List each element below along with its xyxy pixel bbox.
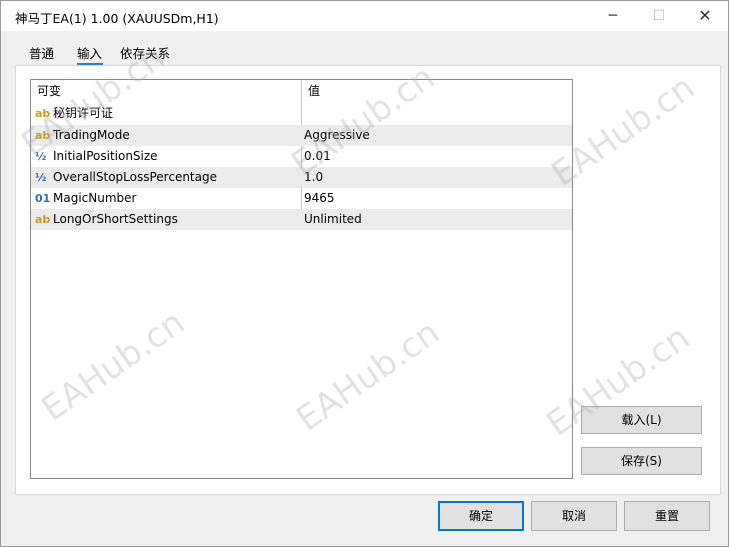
input-row[interactable]: ab LongOrShortSettings Unlimited: [31, 209, 572, 230]
input-row[interactable]: ab 秘钥许可证: [31, 103, 572, 124]
integer-type-icon: 01: [35, 192, 51, 205]
input-value[interactable]: 0.01: [304, 146, 331, 167]
double-type-icon: ½: [35, 150, 47, 163]
ok-button[interactable]: 确定: [438, 501, 524, 531]
input-name: TradingMode: [53, 128, 130, 142]
input-name: MagicNumber: [53, 191, 137, 205]
input-value[interactable]: Unlimited: [304, 209, 362, 230]
close-button[interactable]: ✕: [682, 1, 728, 31]
save-button[interactable]: 保存(S): [581, 447, 702, 475]
load-button[interactable]: 载入(L): [581, 406, 702, 434]
string-type-icon: ab: [35, 129, 51, 142]
tab-inputs[interactable]: 输入: [77, 43, 102, 62]
column-header-value[interactable]: 值: [308, 80, 320, 102]
tab-dependencies[interactable]: 依存关系: [120, 43, 170, 62]
input-value[interactable]: Aggressive: [304, 125, 370, 146]
input-row[interactable]: ½ InitialPositionSize 0.01: [31, 146, 572, 167]
input-row[interactable]: 01 MagicNumber 9465: [31, 188, 572, 209]
input-row[interactable]: ½ OverallStopLossPercentage 1.0: [31, 167, 572, 188]
input-name: 秘钥许可证: [53, 106, 114, 120]
cancel-button[interactable]: 取消: [531, 501, 617, 531]
string-type-icon: ab: [35, 107, 51, 120]
inputs-panel: 可变 值 ab 秘钥许可证 ab TradingMode Aggressive …: [15, 65, 721, 495]
reset-button[interactable]: 重置: [624, 501, 710, 531]
minimize-button[interactable]: ─: [590, 1, 636, 31]
inputs-grid: 可变 值 ab 秘钥许可证 ab TradingMode Aggressive …: [30, 79, 573, 479]
input-value[interactable]: 1.0: [304, 167, 323, 188]
input-value[interactable]: 9465: [304, 188, 335, 209]
maximize-button: ☐: [652, 8, 666, 24]
window-title: 神马丁EA(1) 1.00 (XAUUSDm,H1): [15, 11, 219, 26]
input-name: OverallStopLossPercentage: [53, 170, 217, 184]
ea-properties-dialog: 神马丁EA(1) 1.00 (XAUUSDm,H1) ─ ☐ ✕ 普通 输入 依…: [0, 0, 729, 547]
input-row[interactable]: ab TradingMode Aggressive: [31, 125, 572, 146]
tab-common[interactable]: 普通: [29, 43, 54, 62]
double-type-icon: ½: [35, 171, 47, 184]
input-name: LongOrShortSettings: [53, 212, 178, 226]
input-name: InitialPositionSize: [53, 149, 158, 163]
column-header-variable[interactable]: 可变: [37, 80, 61, 102]
string-type-icon: ab: [35, 213, 51, 226]
title-bar[interactable]: 神马丁EA(1) 1.00 (XAUUSDm,H1) ─ ☐ ✕: [1, 1, 728, 31]
